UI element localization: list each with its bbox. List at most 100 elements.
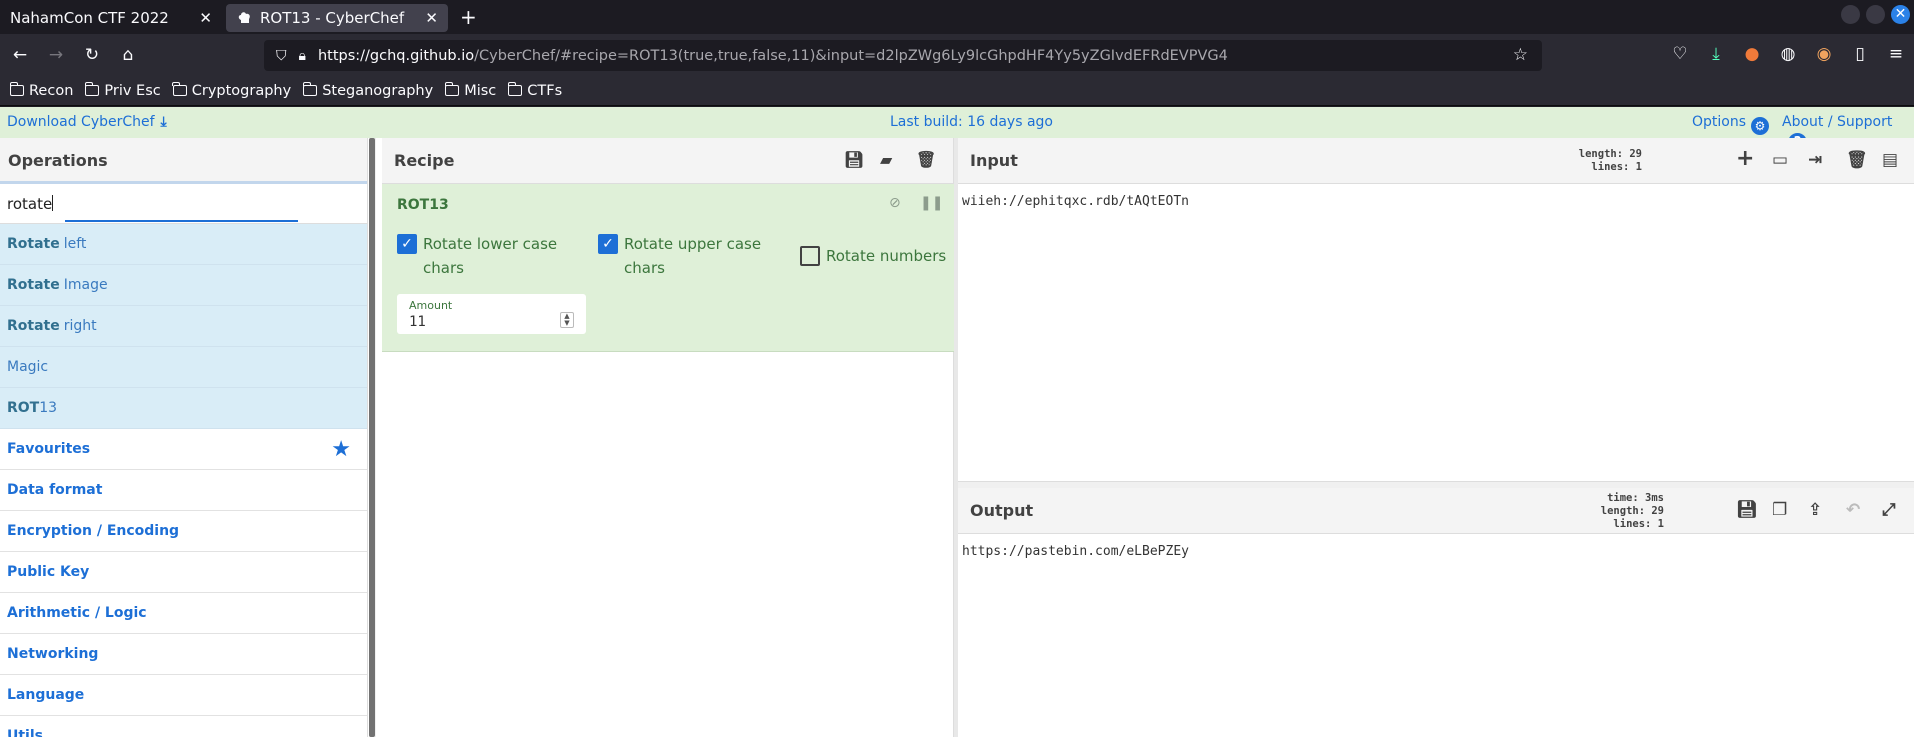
rotate-upper-checkbox[interactable]: ✓ Rotate upper case chars bbox=[598, 232, 763, 280]
folder-open-icon[interactable]: ▰ bbox=[880, 150, 892, 169]
new-tab-icon[interactable]: + bbox=[460, 5, 477, 29]
rotate-numbers-checkbox[interactable]: Rotate numbers bbox=[800, 244, 954, 268]
last-build-text: Last build: 16 days ago bbox=[890, 114, 1053, 130]
amount-stepper[interactable]: ▲ ▼ bbox=[560, 312, 574, 328]
bookmark-folder[interactable]: CTFs bbox=[507, 82, 563, 99]
check-icon: ✓ bbox=[598, 234, 618, 254]
category-item[interactable]: Public Key bbox=[0, 552, 367, 593]
browser-toolbar-right: ♡ ⤓ ● ◍ ◉ ▯ ≡ bbox=[1662, 38, 1914, 70]
folder-icon bbox=[9, 82, 24, 96]
category-item[interactable]: Language bbox=[0, 675, 367, 716]
download-icon: ⤓ bbox=[160, 114, 167, 130]
trash-icon[interactable]: 🗑︎ bbox=[1846, 150, 1868, 170]
output-title: Output bbox=[970, 501, 1034, 520]
input-textarea[interactable]: wiieh://ephitqxc.rdb/tAQtEOTn bbox=[962, 194, 1189, 209]
add-tab-icon[interactable]: + bbox=[1736, 146, 1754, 171]
download-cyberchef-link[interactable]: Download CyberChef ⤓ bbox=[7, 114, 167, 130]
operation-item[interactable]: Rotate left bbox=[0, 224, 367, 265]
bookmark-label: Misc bbox=[464, 82, 497, 99]
category-item[interactable]: Utils bbox=[0, 716, 367, 737]
folder-icon bbox=[84, 82, 100, 96]
output-panel: Output time: 3ms length: 29 lines: 1 💾︎ … bbox=[958, 488, 1914, 737]
amount-input[interactable]: Amount 11 ▲ ▼ bbox=[397, 294, 586, 334]
lock-icon[interactable]: 🔒︎ bbox=[299, 48, 306, 64]
copy-icon[interactable]: ❐ bbox=[1772, 500, 1787, 520]
operation-item[interactable]: Rotate Image bbox=[0, 265, 367, 306]
tab-close-icon[interactable]: ✕ bbox=[199, 9, 212, 27]
maximize-button[interactable] bbox=[1866, 5, 1885, 24]
tab-close-icon[interactable]: ✕ bbox=[425, 9, 438, 27]
trash-icon[interactable]: ▯ bbox=[1842, 38, 1878, 70]
category-item[interactable]: Networking bbox=[0, 634, 367, 675]
open-file-icon[interactable]: ⇥ bbox=[1808, 150, 1822, 170]
downloads-icon[interactable]: ⤓ bbox=[1698, 38, 1734, 70]
input-title: Input bbox=[970, 151, 1018, 170]
category-item[interactable]: Data format bbox=[0, 470, 367, 511]
io-splitter[interactable] bbox=[958, 481, 1914, 488]
input-stats: length: 29 lines: 1 bbox=[1578, 148, 1642, 173]
extension-icon[interactable]: ◉ bbox=[1806, 38, 1842, 70]
category-item[interactable]: Arithmetic / Logic bbox=[0, 593, 367, 634]
extension-icon[interactable]: ◍ bbox=[1770, 38, 1806, 70]
operation-item[interactable]: ROT 13 bbox=[0, 388, 367, 429]
folder-icon bbox=[507, 82, 523, 96]
rot13-ingredient: ROT13 ⊘ ❚❚ ✓ Rotate lower case chars ✓ R… bbox=[382, 184, 954, 352]
rotate-lower-checkbox[interactable]: ✓ Rotate lower case chars bbox=[397, 232, 562, 280]
shield-icon[interactable]: ⛉ bbox=[276, 48, 287, 64]
category-item[interactable]: Encryption / Encoding bbox=[0, 511, 367, 552]
gear-icon: ⚙ bbox=[1751, 117, 1770, 135]
undo-icon[interactable]: ↶ bbox=[1846, 500, 1860, 520]
bookmark-label: CTFs bbox=[527, 82, 563, 99]
reload-icon[interactable]: ↻ bbox=[74, 39, 110, 71]
close-window-button[interactable]: ✕ bbox=[1891, 5, 1910, 24]
ingredient-title: ROT13 bbox=[397, 197, 449, 213]
url-host: https://gchq.github.io bbox=[317, 47, 475, 64]
folder-icon bbox=[444, 82, 460, 96]
extension-icon[interactable]: ● bbox=[1734, 38, 1770, 70]
save-icon[interactable]: 💾︎ bbox=[1736, 500, 1758, 520]
cyberchef-app: Download CyberChef ⤓ Last build: 16 days … bbox=[0, 107, 1914, 737]
replace-input-icon[interactable]: ⇪ bbox=[1808, 500, 1822, 520]
maximize-icon[interactable]: ⤢ bbox=[1882, 500, 1896, 520]
browser-tab-bar: NahamCon CTF 2022 ✕ ROT13 - CyberChef ✕ … bbox=[0, 0, 1914, 34]
category-favourites[interactable]: Favourites ★ bbox=[0, 429, 367, 470]
pause-icon[interactable]: ❚❚ bbox=[920, 195, 943, 211]
disable-icon[interactable]: ⊘ bbox=[889, 195, 901, 211]
open-folder-icon[interactable]: ▭ bbox=[1772, 150, 1788, 170]
browser-tab-cyberchef[interactable]: ROT13 - CyberChef ✕ bbox=[226, 4, 448, 32]
home-icon[interactable]: ⌂ bbox=[110, 39, 146, 71]
url-bar[interactable]: ⛉ 🔒︎ https://gchq.github.io/CyberChef/#r… bbox=[264, 40, 1542, 71]
bookmark-folder[interactable]: Priv Esc bbox=[84, 82, 161, 99]
output-text: https://pastebin.com/eLBePZEy bbox=[962, 544, 1189, 559]
recipe-title: Recipe bbox=[394, 151, 455, 170]
bookmarks-bar: Recon Priv Esc Cryptography Steganograph… bbox=[0, 76, 1914, 106]
operation-item[interactable]: Magic bbox=[0, 347, 367, 388]
forward-icon[interactable]: → bbox=[38, 39, 74, 71]
bookmark-folder[interactable]: Misc bbox=[444, 82, 497, 99]
folder-icon bbox=[172, 82, 187, 96]
menu-icon[interactable]: ≡ bbox=[1878, 38, 1914, 70]
scrollbar-thumb[interactable] bbox=[369, 138, 375, 737]
back-icon[interactable]: ← bbox=[2, 39, 38, 71]
operations-search-input[interactable]: rotate bbox=[0, 184, 367, 224]
operation-item[interactable]: Rotate right bbox=[0, 306, 367, 347]
browser-tab-nahamcon[interactable]: NahamCon CTF 2022 ✕ bbox=[0, 4, 222, 32]
options-button[interactable]: Options ⚙ bbox=[1692, 114, 1770, 135]
bookmark-folder[interactable]: Cryptography bbox=[172, 82, 291, 99]
window-controls: ✕ bbox=[1841, 5, 1910, 24]
layout-icon[interactable]: ▤ bbox=[1882, 150, 1898, 170]
operations-scrollbar[interactable] bbox=[369, 138, 376, 737]
save-icon[interactable]: 💾︎ bbox=[844, 150, 864, 169]
trash-icon[interactable]: 🗑︎ bbox=[916, 150, 936, 169]
recipe-panel: Recipe 💾︎ ▰ 🗑︎ ROT13 ⊘ ❚❚ ✓ Rotate lower… bbox=[382, 138, 954, 737]
chef-hat-icon bbox=[238, 12, 250, 23]
top-banner: Download CyberChef ⤓ Last build: 16 days … bbox=[0, 107, 1914, 152]
bookmark-star-icon[interactable]: ☆ bbox=[1513, 45, 1528, 65]
check-icon: ✓ bbox=[397, 234, 417, 254]
minimize-button[interactable] bbox=[1841, 5, 1860, 24]
bookmark-folder[interactable]: Steganography bbox=[302, 82, 433, 99]
pocket-icon[interactable]: ♡ bbox=[1662, 38, 1698, 70]
amount-value: 11 bbox=[409, 314, 426, 330]
folder-icon bbox=[302, 82, 318, 96]
bookmark-folder[interactable]: Recon bbox=[9, 82, 73, 99]
